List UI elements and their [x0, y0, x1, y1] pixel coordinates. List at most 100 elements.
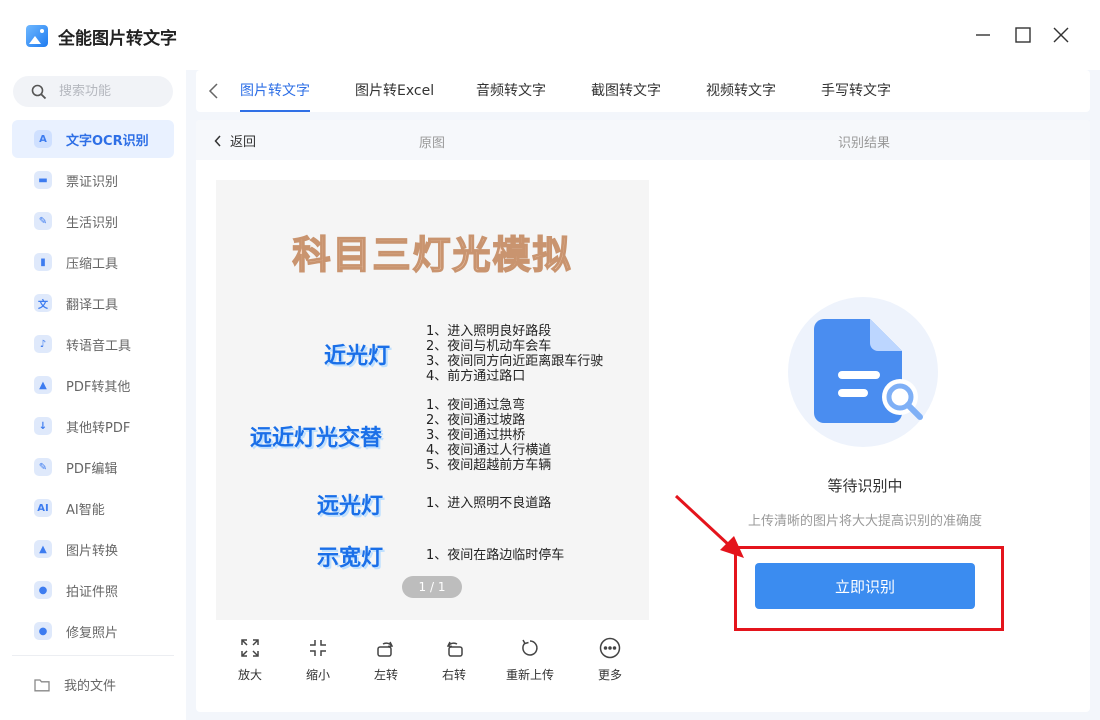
sidebar-item-icon: 文	[34, 294, 52, 312]
close-button[interactable]	[1048, 22, 1074, 48]
tool-label: 缩小	[305, 668, 330, 682]
sidebar-item-label: 我的文件	[64, 679, 117, 694]
preview-category: 远近灯光交替	[250, 426, 383, 451]
tool-label: 更多	[597, 668, 622, 682]
result-header: 识别结果	[838, 136, 891, 151]
rotate-right-button[interactable]: 右转	[424, 636, 484, 683]
content-header: 返回 原图 识别结果	[196, 120, 1090, 160]
tab-handwriting-to-text[interactable]: 手写转文字	[821, 70, 891, 112]
sidebar-item-label: 票证识别	[66, 174, 119, 190]
sidebar-item-icon: A	[34, 130, 52, 148]
maximize-button[interactable]	[1010, 22, 1036, 48]
rotate-right-icon	[446, 641, 463, 657]
rotate-left-button[interactable]: 左转	[356, 636, 416, 683]
sidebar-item-11[interactable]: ● 拍证件照	[12, 571, 174, 609]
preview-toolbar: 放大 缩小 左转 右转 重新上传 更多	[216, 636, 649, 696]
refresh-icon	[522, 639, 538, 656]
sidebar-divider	[12, 655, 174, 656]
main-area: 图片转文字 图片转Excel 音频转文字 截图转文字 视频转文字 手写转文字 返…	[186, 70, 1100, 720]
sidebar-item-8[interactable]: ✎ PDF编辑	[12, 448, 174, 486]
sidebar-item-icon: ●	[34, 622, 52, 640]
tab-image-to-excel[interactable]: 图片转Excel	[355, 70, 434, 112]
recognize-now-button[interactable]: 立即识别	[755, 563, 975, 609]
sidebar-item-icon: ▲	[34, 540, 52, 558]
sidebar-item-label: 修复照片	[66, 625, 119, 641]
preview-items: 1、夜间在路边临时停车	[426, 548, 564, 563]
sidebar-item-7[interactable]: ↓ 其他转PDF	[12, 407, 174, 445]
search-input[interactable]	[59, 84, 159, 99]
zoom-out-button[interactable]: 缩小	[288, 636, 348, 683]
preview-category: 示宽灯	[317, 546, 384, 571]
sidebar-item-icon: AI	[34, 499, 52, 517]
content-panel: 返回 原图 识别结果 科目三灯光模拟 近光灯 1、进入照明良好路段 2、夜间与机…	[196, 120, 1090, 712]
image-preview[interactable]: 科目三灯光模拟 近光灯 1、进入照明良好路段 2、夜间与机动车会车 3、夜间同方…	[216, 180, 649, 620]
more-button[interactable]: 更多	[580, 636, 640, 683]
sidebar-item-10[interactable]: ▲ 图片转换	[12, 530, 174, 568]
sidebar-item-icon: ✎	[34, 458, 52, 476]
chevron-left-icon	[208, 83, 218, 99]
tool-label: 右转	[441, 668, 466, 682]
preview-item: 4、前方通过路口	[426, 369, 526, 384]
reupload-button[interactable]: 重新上传	[500, 636, 560, 683]
back-button[interactable]: 返回	[214, 131, 256, 150]
expand-icon	[241, 639, 259, 657]
sidebar-item-icon: ▮	[34, 253, 52, 271]
sidebar-item-icon: ▬	[34, 171, 52, 189]
tab-audio-to-text[interactable]: 音频转文字	[476, 70, 546, 112]
tool-label: 左转	[373, 668, 398, 682]
more-icon	[599, 637, 621, 659]
sidebar-item-2[interactable]: ✎ 生活识别	[12, 202, 174, 240]
sidebar-item-4[interactable]: 文翻译工具	[12, 284, 174, 322]
tab-image-to-text[interactable]: 图片转文字	[240, 70, 310, 112]
sidebar-item-label: 生活识别	[66, 215, 119, 231]
chevron-left-icon	[214, 134, 221, 147]
minimize-icon	[976, 34, 990, 36]
sidebar-item-my-files[interactable]: 我的文件	[34, 675, 116, 694]
sidebar-item-6[interactable]: ▲ PDF转其他	[12, 366, 174, 404]
preview-item: 4、夜间通过人行横道	[426, 443, 552, 458]
preview-title: 科目三灯光模拟	[292, 232, 573, 278]
app-logo-icon	[26, 25, 48, 47]
tab-screenshot-to-text[interactable]: 截图转文字	[591, 70, 661, 112]
close-icon	[1053, 27, 1069, 43]
sidebar-item-icon: ✎	[34, 212, 52, 230]
tool-label: 放大	[237, 668, 262, 682]
sidebar: A 文字OCR识别 ▬ 票证识别 ✎ 生活识别 ▮ 压缩工具文翻译工具 ♪ 转语音工具 ▲ PDF转其…	[0, 70, 186, 720]
sidebar-item-label: 转语音工具	[66, 338, 132, 354]
document-search-illustration	[788, 297, 938, 447]
sidebar-item-1[interactable]: ▬ 票证识别	[12, 161, 174, 199]
preview-item: 5、夜间超越前方车辆	[426, 458, 552, 473]
preview-category: 近光灯	[324, 344, 391, 369]
sidebar-item-label: 其他转PDF	[66, 420, 131, 436]
app-title: 全能图片转文字	[58, 29, 177, 49]
title-bar: 全能图片转文字	[0, 0, 1100, 70]
tab-video-to-text[interactable]: 视频转文字	[706, 70, 776, 112]
sidebar-item-label: 压缩工具	[66, 256, 119, 272]
sidebar-item-0[interactable]: A 文字OCR识别	[12, 120, 174, 158]
sidebar-item-icon: ▲	[34, 376, 52, 394]
preview-items: 1、进入照明良好路段 2、夜间与机动车会车 3、夜间同方向近距离跟车行驶 4、前…	[426, 324, 603, 384]
preview-item: 2、夜间与机动车会车	[426, 339, 552, 354]
tab-scroll-left-button[interactable]	[204, 80, 222, 102]
folder-icon	[34, 678, 50, 691]
preview-item: 1、夜间在路边临时停车	[426, 548, 565, 563]
sidebar-item-label: 文字OCR识别	[66, 133, 149, 149]
zoom-in-button[interactable]: 放大	[220, 636, 280, 683]
sidebar-item-9[interactable]: AI AI智能	[12, 489, 174, 527]
sidebar-item-3[interactable]: ▮ 压缩工具	[12, 243, 174, 281]
sidebar-item-label: 翻译工具	[66, 297, 119, 313]
preview-item: 1、夜间通过急弯	[426, 398, 526, 413]
maximize-icon	[1015, 27, 1031, 43]
minimize-button[interactable]	[970, 22, 996, 48]
sidebar-item-icon: ↓	[34, 417, 52, 435]
sidebar-item-12[interactable]: ● 修复照片	[12, 612, 174, 650]
sidebar-item-5[interactable]: ♪ 转语音工具	[12, 325, 174, 363]
preview-category: 远光灯	[317, 494, 384, 519]
original-header: 原图	[419, 136, 446, 151]
search-box[interactable]	[13, 76, 173, 107]
document-search-icon	[814, 319, 923, 423]
preview-item: 3、夜间同方向近距离跟车行驶	[426, 354, 604, 369]
preview-item: 1、进入照明不良道路	[426, 496, 552, 511]
preview-items: 1、进入照明不良道路	[426, 496, 551, 511]
sidebar-item-label: AI智能	[66, 502, 105, 518]
